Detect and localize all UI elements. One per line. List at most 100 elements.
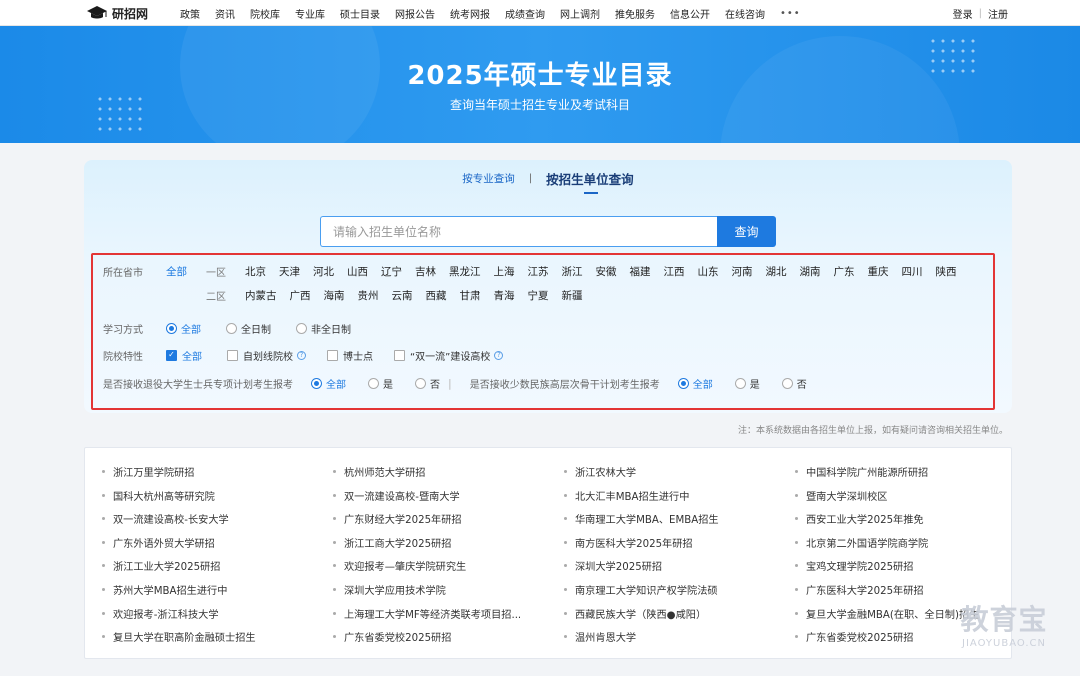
list-item[interactable]: 西安工业大学2025年推免 [795, 511, 924, 526]
radio-checked-icon[interactable] [311, 377, 322, 389]
list-item[interactable]: 温州肯恩大学 [564, 629, 636, 644]
list-item[interactable]: 北京第二外国语学院商学院 [795, 535, 928, 550]
veteran-option[interactable]: 全部 [311, 376, 346, 391]
radio-icon[interactable] [781, 377, 793, 389]
list-item[interactable]: 双一流建设高校-长安大学 [102, 511, 229, 526]
radio-checked-icon[interactable] [677, 377, 689, 389]
list-item[interactable]: 宝鸡文理学院2025研招 [795, 558, 913, 573]
checkbox-icon[interactable] [227, 349, 238, 361]
nav-item[interactable]: 院校库 [250, 6, 280, 21]
province-option[interactable]: 西藏 [426, 288, 447, 303]
list-item[interactable]: 北大汇丰MBA招生进行中 [564, 488, 689, 503]
nav-item[interactable]: 推免服务 [615, 6, 655, 21]
province-option[interactable]: 浙江 [562, 264, 583, 279]
province-all[interactable]: 全部 [166, 264, 187, 279]
radio-icon[interactable] [734, 377, 746, 389]
province-option[interactable]: 内蒙古 [245, 288, 277, 303]
list-item[interactable]: 广东财经大学2025年研招 [333, 511, 462, 526]
radio-icon[interactable] [368, 377, 379, 389]
tab-by-major[interactable]: 按专业查询 [462, 171, 515, 186]
list-item[interactable]: 深圳大学应用技术学院 [333, 582, 446, 597]
checkbox-checked-icon[interactable]: ✓ [166, 349, 177, 361]
list-item[interactable]: 浙江工商大学2025研招 [333, 535, 451, 550]
province-option[interactable]: 河南 [732, 264, 753, 279]
radio-icon[interactable] [415, 377, 426, 389]
province-option[interactable]: 广西 [290, 288, 311, 303]
radio-icon[interactable] [296, 322, 307, 334]
province-option[interactable]: 辽宁 [381, 264, 402, 279]
veteran-option[interactable]: 否 [415, 376, 440, 391]
province-option[interactable]: 海南 [324, 288, 345, 303]
tab-by-unit[interactable]: 按招生单位查询 [546, 169, 634, 194]
checkbox-icon[interactable] [394, 349, 405, 361]
province-option[interactable]: 湖南 [800, 264, 821, 279]
province-option[interactable]: 黑龙江 [449, 264, 481, 279]
site-logo[interactable]: 研招网 [86, 3, 148, 23]
nav-item[interactable]: 在线咨询 [725, 6, 765, 21]
province-option[interactable]: 天津 [279, 264, 300, 279]
list-item[interactable]: 浙江农林大学 [564, 464, 636, 479]
minority-option[interactable]: 全部 [677, 376, 713, 391]
province-option[interactable]: 山东 [698, 264, 719, 279]
nav-item[interactable]: 专业库 [295, 6, 325, 21]
province-option[interactable]: 贵州 [358, 288, 379, 303]
list-item[interactable]: 中国科学院广州能源所研招 [795, 464, 928, 479]
radio-checked-icon[interactable] [166, 322, 177, 334]
list-item[interactable]: 深圳大学2025研招 [564, 558, 662, 573]
radio-icon[interactable] [226, 322, 237, 334]
province-option[interactable]: 重庆 [868, 264, 889, 279]
province-option[interactable]: 新疆 [562, 288, 583, 303]
province-option[interactable]: 甘肃 [460, 288, 481, 303]
province-option[interactable]: 云南 [392, 288, 413, 303]
province-option[interactable]: 陕西 [936, 264, 957, 279]
help-icon[interactable]: ? [297, 350, 306, 360]
province-option[interactable]: 河北 [313, 264, 334, 279]
nav-item[interactable]: 网上调剂 [560, 6, 600, 21]
nav-item[interactable]: 统考网报 [450, 6, 490, 21]
search-button[interactable]: 查询 [717, 216, 776, 247]
province-option[interactable]: 山西 [347, 264, 368, 279]
list-item[interactable]: 国科大杭州高等研究院 [102, 488, 215, 503]
list-item[interactable]: 西藏民族大学（陕西●咸阳） [564, 606, 706, 621]
school-type-option[interactable]: 博士点 [327, 348, 373, 363]
list-item[interactable]: 上海理工大学MF等经济类联考项目招... [333, 606, 521, 621]
list-item[interactable]: 复旦大学在职高阶金融硕士招生 [102, 629, 256, 644]
province-option[interactable]: 四川 [902, 264, 923, 279]
study-mode-option[interactable]: 非全日制 [296, 321, 351, 336]
help-icon[interactable]: ? [494, 350, 504, 360]
list-item[interactable]: 杭州师范大学研招 [333, 464, 426, 479]
school-type-option[interactable]: “双一流”建设高校? [394, 348, 504, 363]
province-option[interactable]: 湖北 [766, 264, 787, 279]
list-item[interactable]: 欢迎报考-浙江科技大学 [102, 606, 219, 621]
list-item[interactable]: 南方医科大学2025年研招 [564, 535, 693, 550]
school-type-option[interactable]: ✓ 全部 [166, 348, 202, 363]
province-option[interactable]: 福建 [630, 264, 651, 279]
nav-item[interactable]: 成绩查询 [505, 6, 545, 21]
veteran-option[interactable]: 是 [368, 376, 393, 391]
study-mode-option[interactable]: 全日制 [226, 321, 271, 336]
nav-item[interactable]: 政策 [180, 6, 200, 21]
minority-option[interactable]: 是 [734, 376, 760, 391]
list-item[interactable]: 浙江工业大学2025研招 [102, 558, 220, 573]
study-mode-option[interactable]: 全部 [166, 321, 201, 336]
search-input[interactable] [320, 216, 717, 247]
province-option[interactable]: 江苏 [528, 264, 549, 279]
register-link[interactable]: 注册 [988, 6, 1008, 21]
list-item[interactable]: 欢迎报考—肇庆学院研究生 [333, 558, 466, 573]
province-option[interactable]: 吉林 [415, 264, 436, 279]
province-option[interactable]: 上海 [494, 264, 515, 279]
nav-item[interactable]: 网报公告 [395, 6, 435, 21]
checkbox-icon[interactable] [327, 349, 338, 361]
list-item[interactable]: 暨南大学深圳校区 [795, 488, 888, 503]
province-option[interactable]: 北京 [245, 264, 266, 279]
province-option[interactable]: 江西 [664, 264, 685, 279]
list-item[interactable]: 双一流建设高校-暨南大学 [333, 488, 460, 503]
school-type-option[interactable]: 自划线院校? [227, 348, 306, 363]
nav-item[interactable]: 资讯 [215, 6, 235, 21]
list-item[interactable]: 苏州大学MBA招生进行中 [102, 582, 227, 597]
more-icon[interactable]: ••• [780, 8, 801, 19]
province-option[interactable]: 安徽 [596, 264, 617, 279]
province-option[interactable]: 青海 [494, 288, 515, 303]
list-item[interactable]: 广东外语外贸大学研招 [102, 535, 215, 550]
list-item[interactable]: 广东医科大学2025年研招 [795, 582, 924, 597]
